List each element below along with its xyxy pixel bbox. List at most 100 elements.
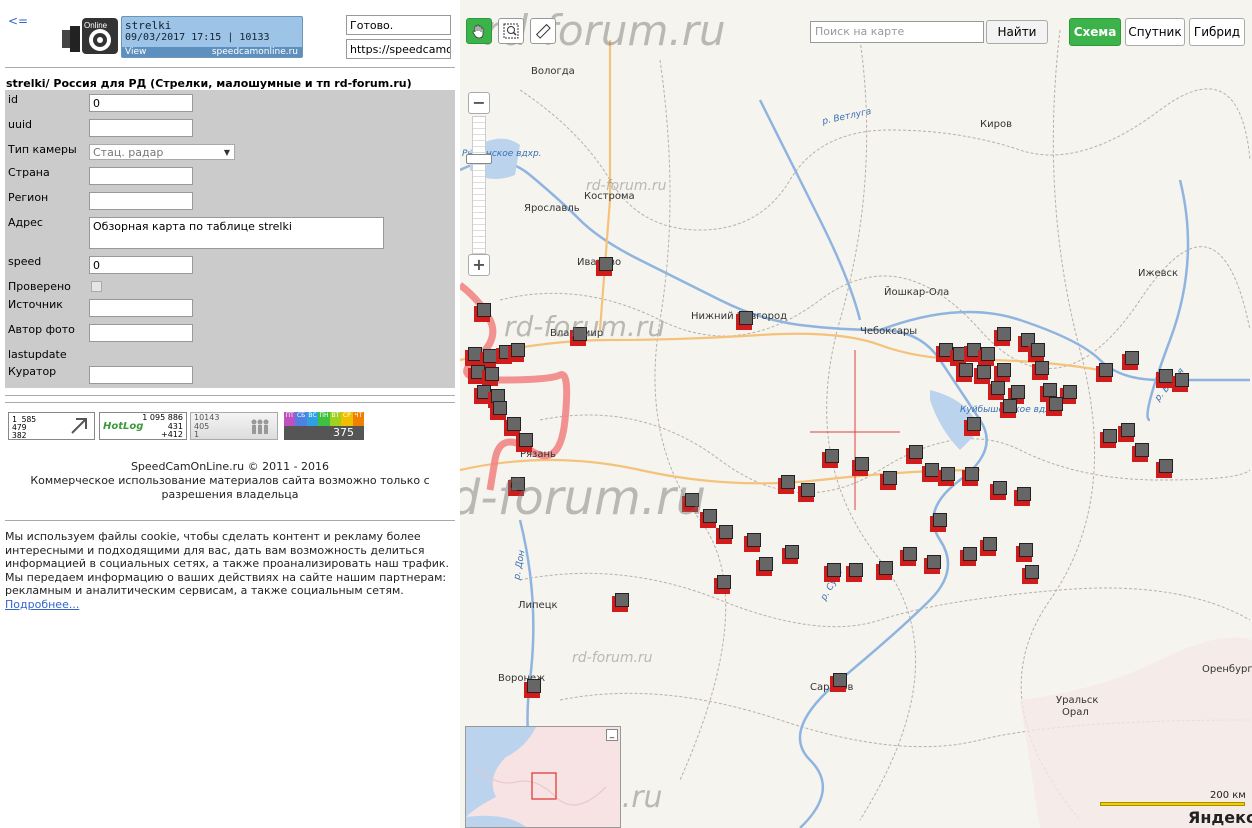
camera-marker[interactable] <box>988 381 1005 400</box>
yandex-logo[interactable]: Яндекс <box>1188 808 1252 827</box>
counter-liveinternet[interactable]: 1 585 479 382 <box>8 412 95 440</box>
country-input[interactable] <box>89 167 193 185</box>
camera-marker[interactable] <box>1096 363 1113 382</box>
camera-marker[interactable] <box>612 593 629 612</box>
camera-marker[interactable] <box>756 557 773 576</box>
camera-marker[interactable] <box>516 433 533 452</box>
camera-marker[interactable] <box>978 347 995 366</box>
city-label: Вологда <box>531 66 575 77</box>
camera-marker[interactable] <box>744 533 761 552</box>
camera-marker[interactable] <box>596 257 613 276</box>
camera-marker[interactable] <box>1156 459 1173 478</box>
camera-marker[interactable] <box>1032 361 1049 380</box>
zoom-slider-track[interactable] <box>472 116 486 254</box>
camtype-select[interactable]: Стац. радар ▼ <box>89 144 235 160</box>
id-input[interactable]: 0 <box>89 94 193 112</box>
camera-marker[interactable] <box>900 547 917 566</box>
camera-marker[interactable] <box>524 679 541 698</box>
map-type-satellite[interactable]: Спутник <box>1125 18 1185 46</box>
camera-marker[interactable] <box>930 513 947 532</box>
map-type-scheme[interactable]: Схема <box>1069 18 1121 46</box>
svg-text:Online: Online <box>84 21 108 30</box>
camera-marker[interactable] <box>508 343 525 362</box>
copyright-line: SpeedCamOnLine.ru © 2011 - 2016 <box>130 460 330 473</box>
camera-marker[interactable] <box>906 445 923 464</box>
camera-marker[interactable] <box>714 575 731 594</box>
camera-marker[interactable] <box>876 561 893 580</box>
url-field[interactable]: https://speedcamonline.ru <box>346 39 451 59</box>
camera-marker[interactable] <box>822 449 839 468</box>
speed-input[interactable]: 0 <box>89 256 193 274</box>
camera-marker[interactable] <box>1172 373 1189 392</box>
address-textarea[interactable]: Обзорная карта по таблице strelki <box>89 217 384 249</box>
camera-marker[interactable] <box>974 365 991 384</box>
camera-marker[interactable] <box>964 417 981 436</box>
camera-marker[interactable] <box>924 555 941 574</box>
camera-marker[interactable] <box>1046 397 1063 416</box>
overview-minimap[interactable]: _ <box>465 726 621 828</box>
curator-input[interactable] <box>89 366 193 384</box>
camera-marker[interactable] <box>778 475 795 494</box>
source-input[interactable] <box>89 299 193 317</box>
camera-marker[interactable] <box>474 303 491 322</box>
camera-card[interactable]: strelki 09/03/2017 17:15 | 10133 View sp… <box>121 16 303 58</box>
camera-marker[interactable] <box>1132 443 1149 462</box>
zoom-slider-handle[interactable] <box>466 154 492 164</box>
camera-marker[interactable] <box>994 363 1011 382</box>
author-input[interactable] <box>89 324 193 342</box>
city-label: Липецк <box>518 600 558 611</box>
camera-marker[interactable] <box>504 417 521 436</box>
city-label: Ижевск <box>1138 268 1179 279</box>
camera-marker[interactable] <box>782 545 799 564</box>
camera-marker[interactable] <box>1022 565 1039 584</box>
city-label: Йошкар-Ола <box>884 287 950 298</box>
camera-marker[interactable] <box>1100 429 1117 448</box>
camera-marker[interactable] <box>960 547 977 566</box>
back-link[interactable]: <= <box>8 14 28 28</box>
zoom-area-tool-button[interactable] <box>498 18 524 44</box>
camera-marker[interactable] <box>980 537 997 556</box>
region-input[interactable] <box>89 192 193 210</box>
counter-weekly[interactable]: ПТ СБ ВС ПН ВТ СР ЧТ 375 <box>284 412 364 440</box>
ruler-tool-button[interactable] <box>530 18 556 44</box>
camera-marker[interactable] <box>1000 399 1017 418</box>
camera-marker[interactable] <box>846 563 863 582</box>
camera-marker[interactable] <box>938 467 955 486</box>
map-search-button[interactable]: Найти <box>986 20 1048 44</box>
camera-marker[interactable] <box>852 457 869 476</box>
camera-marker[interactable] <box>1122 351 1139 370</box>
camera-marker[interactable] <box>482 367 499 386</box>
camera-marker[interactable] <box>830 673 847 692</box>
camera-marker[interactable] <box>990 481 1007 500</box>
camera-marker[interactable] <box>1028 343 1045 362</box>
camera-marker[interactable] <box>922 463 939 482</box>
zoom-in-button[interactable]: + <box>468 254 490 276</box>
camera-marker[interactable] <box>824 563 841 582</box>
uuid-input[interactable] <box>89 119 193 137</box>
camera-marker[interactable] <box>490 401 507 420</box>
camera-marker[interactable] <box>956 363 973 382</box>
zoom-out-button[interactable]: − <box>468 92 490 114</box>
hand-tool-button[interactable] <box>466 18 492 44</box>
counter-visitors[interactable]: 10143 405 1 <box>190 412 278 440</box>
minimize-icon[interactable]: _ <box>606 729 618 741</box>
camera-marker[interactable] <box>994 327 1011 346</box>
camera-marker[interactable] <box>1014 487 1031 506</box>
camera-marker[interactable] <box>962 467 979 486</box>
map-type-hybrid[interactable]: Гибрид <box>1189 18 1245 46</box>
cookie-more-link[interactable]: Подробнее... <box>5 598 79 611</box>
camera-marker[interactable] <box>736 311 753 330</box>
camera-marker[interactable] <box>1156 369 1173 388</box>
city-label: Ярославль <box>524 203 580 214</box>
camera-marker[interactable] <box>1118 423 1135 442</box>
camera-marker[interactable] <box>1016 543 1033 562</box>
camera-marker[interactable] <box>716 525 733 544</box>
divider <box>5 520 455 521</box>
map-search-input[interactable]: Поиск на карте <box>810 21 984 43</box>
checked-checkbox[interactable] <box>91 281 102 292</box>
camera-marker[interactable] <box>465 347 482 366</box>
map-view[interactable]: Вологда Киров Кострома Ярославль Иваново… <box>460 0 1252 828</box>
camera-marker[interactable] <box>798 483 815 502</box>
camera-marker[interactable] <box>880 471 897 490</box>
counter-hotlog[interactable]: HotLog 1 095 886 431 +412 <box>99 412 187 440</box>
